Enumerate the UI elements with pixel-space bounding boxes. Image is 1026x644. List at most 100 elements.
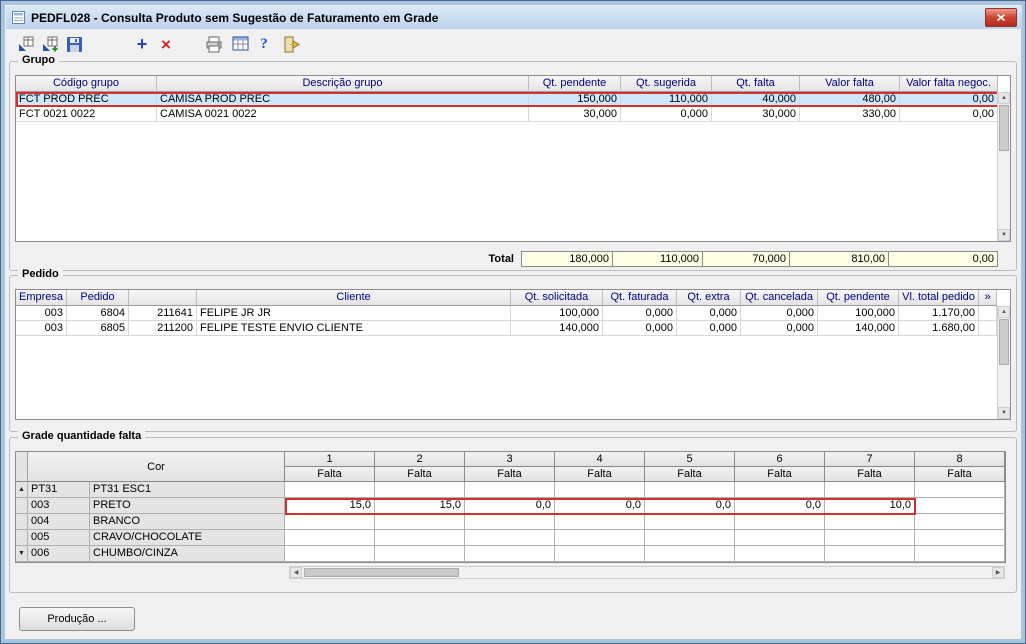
pedido-column-header[interactable]: Pedido <box>67 290 129 306</box>
pedido-column-header[interactable]: Empresa <box>16 290 67 306</box>
save-icon[interactable] <box>62 33 86 55</box>
pedido-cell: 0,000 <box>741 321 818 336</box>
grade-size-column-header[interactable]: 2 Falta <box>375 452 465 482</box>
grade-grid: Cor 1 Falta 2 Falta 3 Falta 4 Falta 5 Falta 6 Falta 7… <box>15 451 1006 563</box>
pedido-column-header[interactable]: Qt. extra <box>677 290 741 306</box>
pedido-header-row: Empresa Pedido Cliente Qt. solicitada Qt. fa… <box>16 290 1010 306</box>
help-icon[interactable]: ? <box>252 33 276 55</box>
grade-scroll-up-icon[interactable]: ▲ <box>16 482 28 498</box>
grade-code-cell: 006 <box>28 546 90 562</box>
grade-value-cell <box>915 546 1005 562</box>
grade-row[interactable]: 003 PRETO 15,0 15,0 0,0 0,0 0,0 0,0 10,0 <box>16 498 1005 514</box>
grade-size-column-header[interactable]: 5 Falta <box>645 452 735 482</box>
grade-hscrollbar[interactable]: ◀ ▶ <box>289 566 1005 579</box>
grupo-cell: CAMISA PROD PREC <box>157 92 529 107</box>
grupo-cell: 480,00 <box>800 92 900 107</box>
producao-button[interactable]: Produção ... <box>19 607 135 631</box>
window-title: PEDFL028 - Consulta Produto sem Sugestão… <box>31 10 439 25</box>
pedido-body: 003 6804 211641 FELIPE JR JR 100,000 0,000 0,0… <box>16 306 1010 336</box>
pedido-row[interactable]: 003 6805 211200 FELIPE TESTE ENVIO CLIENTE 1… <box>16 321 1010 336</box>
grade-size-number: 6 <box>735 452 824 467</box>
grade-size-number: 3 <box>465 452 554 467</box>
pedido-scrollbar[interactable]: ▲ ▼ <box>997 306 1010 419</box>
scroll-down-icon[interactable]: ▼ <box>998 229 1010 241</box>
transfer-add-icon[interactable] <box>38 33 62 55</box>
grupo-cell: 0,00 <box>900 92 998 107</box>
grade-size-column-header[interactable]: 4 Falta <box>555 452 645 482</box>
grade-row[interactable]: ▼ 006 CHUMBO/CINZA <box>16 546 1005 562</box>
grade-size-column-header[interactable]: 8 Falta <box>915 452 1005 482</box>
scroll-up-icon[interactable]: ▲ <box>998 306 1010 318</box>
grupo-row[interactable]: FCT 0021 0022 CAMISA 0021 0022 30,000 0,000… <box>16 107 1010 122</box>
grade-size-number: 7 <box>825 452 914 467</box>
grade-gutter-cell <box>16 530 28 546</box>
grupo-column-header[interactable]: Valor falta negoc. <box>900 76 998 92</box>
grupo-body: FCT PROD PREC CAMISA PROD PREC 150,000 110,… <box>16 92 1010 122</box>
grade-scroll-down-icon[interactable]: ▼ <box>16 546 28 562</box>
grade-size-column-header[interactable]: 3 Falta <box>465 452 555 482</box>
pedido-column-header[interactable]: » <box>979 290 997 306</box>
grade-body: ▲ PT31 PT31 ESC1 003 PRETO 15,0 15,0 0,0 0,0 0,0 0… <box>16 482 1005 562</box>
pedido-cell: 211200 <box>129 321 197 336</box>
scroll-up-icon[interactable]: ▲ <box>998 92 1010 104</box>
grade-value-cell: 0,0 <box>735 498 825 514</box>
grupo-column-header[interactable]: Descrição grupo <box>157 76 529 92</box>
grade-section: Grade quantidade falta Cor 1 Falta 2 Falta 3 F… <box>9 430 1017 593</box>
grade-row[interactable]: 004 BRANCO <box>16 514 1005 530</box>
grid-icon[interactable] <box>228 33 252 55</box>
transfer-icon[interactable] <box>14 33 38 55</box>
add-icon[interactable]: + <box>130 33 154 55</box>
grupo-scrollbar[interactable]: ▲ ▼ <box>997 92 1010 241</box>
grupo-column-header[interactable]: Qt. falta <box>712 76 800 92</box>
pedido-column-header[interactable] <box>129 290 197 306</box>
pedido-column-header[interactable]: Qt. pendente <box>818 290 899 306</box>
delete-icon[interactable]: × <box>154 33 178 55</box>
pedido-cell: 1.680,00 <box>899 321 979 336</box>
grupo-cell: 40,000 <box>712 92 800 107</box>
grade-code-cell: PT31 <box>28 482 90 498</box>
grade-value-cell <box>375 546 465 562</box>
scroll-thumb[interactable] <box>304 568 459 577</box>
exit-icon[interactable] <box>280 33 304 55</box>
grade-size-column-header[interactable]: 6 Falta <box>735 452 825 482</box>
pedido-cell: 211641 <box>129 306 197 321</box>
grade-value-cell <box>285 482 375 498</box>
grupo-column-header[interactable]: Qt. sugerida <box>621 76 712 92</box>
grade-falta-label: Falta <box>465 467 554 482</box>
grade-row[interactable]: 005 CRAVO/CHOCOLATE <box>16 530 1005 546</box>
app-icon <box>11 10 26 25</box>
grade-size-number: 4 <box>555 452 644 467</box>
grade-row[interactable]: ▲ PT31 PT31 ESC1 <box>16 482 1005 498</box>
close-icon <box>996 13 1006 22</box>
grade-value-cell <box>915 482 1005 498</box>
scroll-down-icon[interactable]: ▼ <box>998 407 1010 419</box>
grupo-column-header[interactable]: Código grupo <box>16 76 157 92</box>
scroll-left-icon[interactable]: ◀ <box>290 567 302 578</box>
print-icon[interactable] <box>202 33 226 55</box>
grupo-row[interactable]: FCT PROD PREC CAMISA PROD PREC 150,000 110,… <box>16 92 1010 107</box>
pedido-row[interactable]: 003 6804 211641 FELIPE JR JR 100,000 0,000 0,0… <box>16 306 1010 321</box>
grupo-legend: Grupo <box>18 54 59 66</box>
grade-size-column-header[interactable]: 1 Falta <box>285 452 375 482</box>
scroll-thumb[interactable] <box>999 105 1009 151</box>
grupo-column-header[interactable]: Qt. pendente <box>529 76 621 92</box>
pedido-column-header[interactable]: Cliente <box>197 290 511 306</box>
grupo-cell: 30,000 <box>529 107 621 122</box>
grupo-cell: FCT 0021 0022 <box>16 107 157 122</box>
grade-value-cell <box>915 514 1005 530</box>
pedido-column-header[interactable]: Qt. solicitada <box>511 290 603 306</box>
grade-size-column-header[interactable]: 7 Falta <box>825 452 915 482</box>
pedido-column-header[interactable]: Qt. faturada <box>603 290 677 306</box>
pedido-column-header[interactable]: Vl. total pedido <box>899 290 979 306</box>
grade-value-cell <box>915 498 1005 514</box>
grade-value-cell <box>285 546 375 562</box>
grupo-column-header[interactable]: Valor falta <box>800 76 900 92</box>
scroll-right-icon[interactable]: ▶ <box>992 567 1004 578</box>
pedido-legend: Pedido <box>18 268 63 280</box>
close-button[interactable] <box>985 8 1017 27</box>
scroll-thumb[interactable] <box>999 319 1009 365</box>
pedido-cell: 6805 <box>67 321 129 336</box>
pedido-cell: 003 <box>16 306 67 321</box>
grade-cor-header[interactable]: Cor <box>28 452 285 482</box>
pedido-column-header[interactable]: Qt. cancelada <box>741 290 818 306</box>
